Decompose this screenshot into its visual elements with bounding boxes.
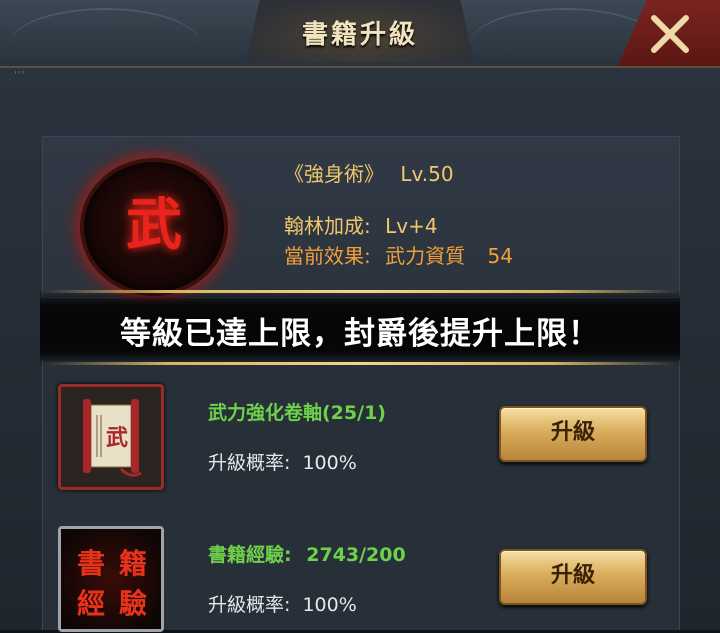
exp-char-3: 經 — [77, 587, 105, 620]
effect-label: 當前效果: — [284, 244, 371, 268]
book-exp-icon: 書 籍 經 驗 — [61, 529, 161, 629]
exp-item-icon: 書 籍 經 驗 — [58, 526, 164, 632]
header-ornament-left — [10, 8, 200, 80]
close-icon[interactable] — [648, 12, 692, 56]
bonus-label: 翰林加成: — [284, 214, 371, 238]
notice-border-top — [40, 290, 680, 293]
notice-border-bottom — [40, 362, 680, 365]
exp-char-2: 籍 — [119, 547, 147, 580]
bonus-value: Lv+4 — [385, 214, 438, 238]
header-dots: ''' — [14, 70, 26, 81]
rate-label: 升級概率: — [208, 452, 291, 474]
exp-char-4: 驗 — [119, 587, 147, 620]
scroll-item-icon: 武 — [58, 384, 164, 490]
exp-item-line: 書籍經驗: 2743/200 — [208, 540, 406, 567]
upgrade-button-exp[interactable]: 升級 — [499, 549, 647, 605]
scroll-icon-char: 武 — [106, 425, 128, 451]
rate-line: 升級概率: 100% — [208, 448, 357, 475]
item-name: 武力強化卷軸(25/1) — [208, 402, 386, 424]
rate-line: 升級概率: 100% — [208, 590, 357, 617]
exp-item-name: 書籍經驗: — [208, 544, 292, 566]
effect-line: 當前效果: 武力資質 54 — [284, 240, 513, 269]
rate-value: 100% — [302, 452, 357, 474]
book-name: 《強身術》 — [284, 162, 384, 186]
book-title-line: 《強身術》 Lv.50 — [284, 158, 454, 187]
panel-title: 書籍升級 — [301, 20, 418, 50]
scroll-icon: 武 — [83, 399, 142, 477]
exp-char-1: 書 — [77, 547, 105, 580]
rate-value: 100% — [302, 594, 357, 616]
upgrade-button-scroll[interactable]: 升級 — [499, 406, 647, 462]
bonus-line: 翰林加成: Lv+4 — [284, 210, 438, 239]
rate-label: 升級概率: — [208, 594, 291, 616]
effect-name: 武力資質 — [385, 244, 466, 268]
book-level: Lv.50 — [400, 162, 454, 186]
max-level-notice: 等級已達上限，封爵後提升上限！ — [120, 316, 600, 352]
effect-value: 54 — [487, 244, 513, 268]
book-orb-char: 武 — [126, 192, 182, 258]
exp-item-count: 2743/200 — [306, 544, 406, 566]
book-upgrade-panel: 書籍升級 ''' 武 《強身術》 Lv.50 翰林加成: Lv+4 當前效果: … — [0, 0, 720, 632]
